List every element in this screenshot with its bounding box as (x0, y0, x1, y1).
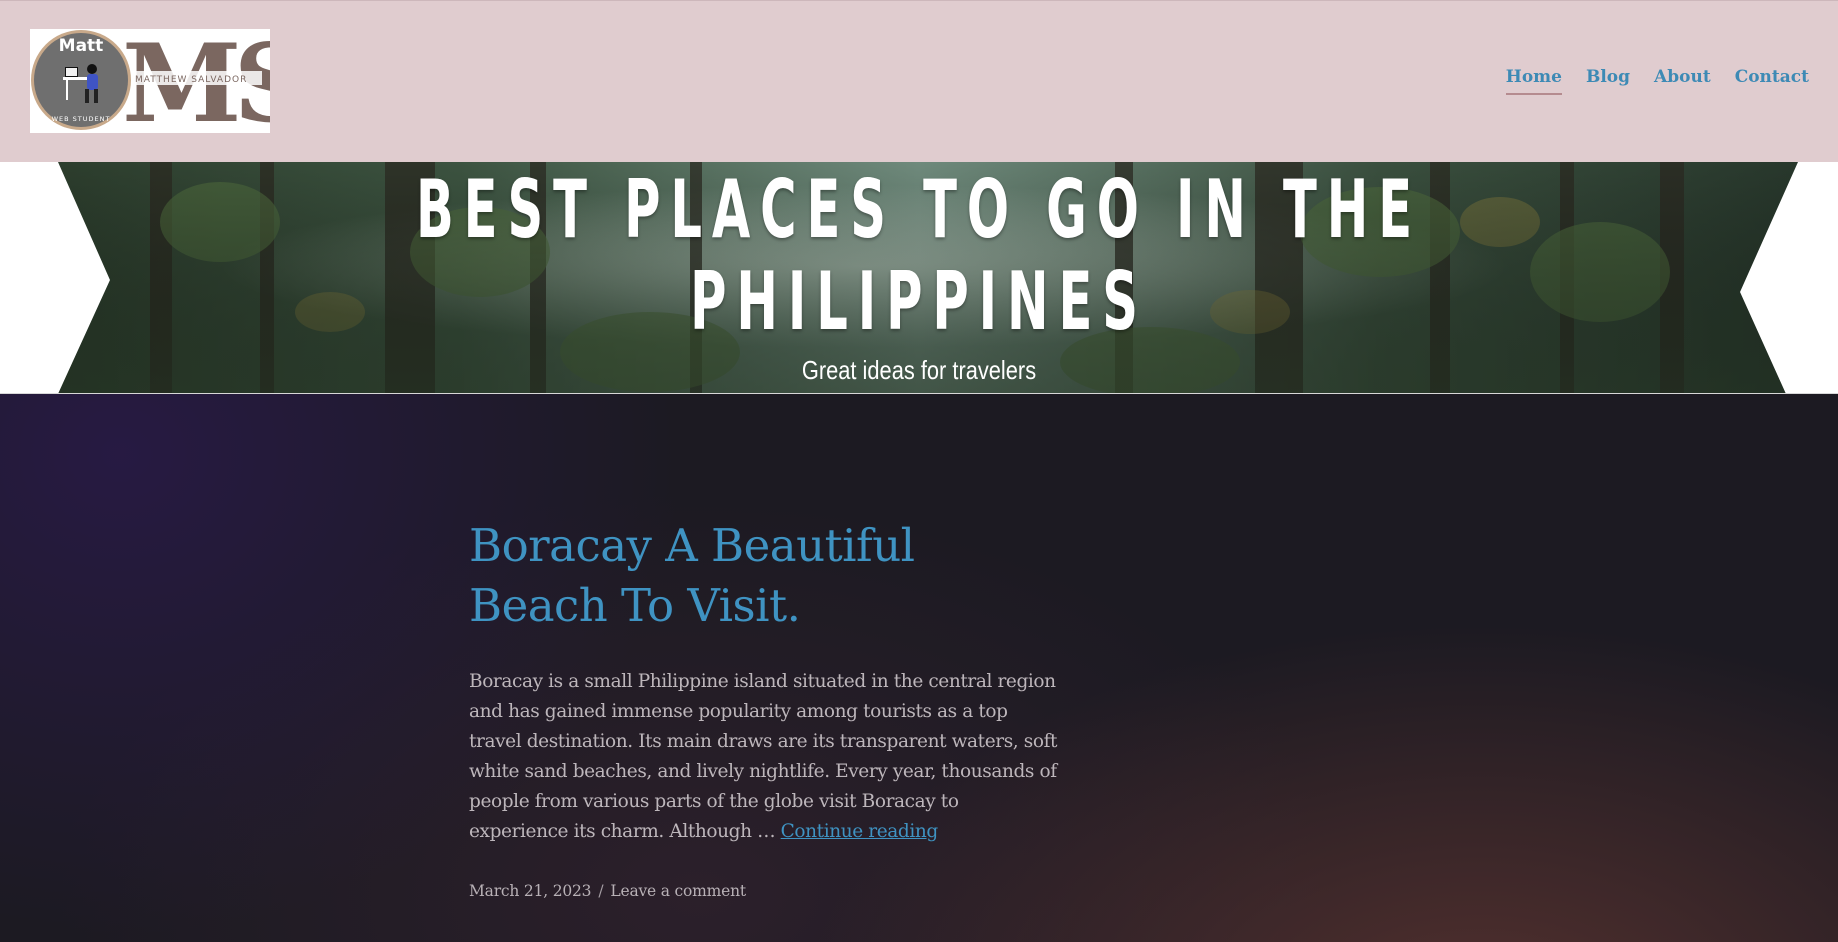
site-logo[interactable]: MS MATTHEW SALVADOR Matt (30, 29, 270, 133)
page: MS MATTHEW SALVADOR Matt (0, 0, 1838, 942)
post-excerpt-text: Boracay is a small Philippine island sit… (469, 671, 1058, 842)
hero-title-line-2: PHILIPPINES (690, 255, 1148, 348)
nav-about-link[interactable]: About (1654, 67, 1711, 90)
logo-full-name: MATTHEW SALVADOR (135, 75, 247, 85)
nav-home-link[interactable]: Home (1505, 67, 1563, 95)
post-excerpt: Boracay is a small Philippine island sit… (469, 667, 1059, 847)
hero-title: BEST PLACES TO GO IN THE PHILIPPINES (349, 164, 1489, 348)
logo-graphic: MS MATTHEW SALVADOR Matt (31, 29, 270, 133)
site-header: MS MATTHEW SALVADOR Matt (0, 0, 1838, 162)
main-content: Boracay A Beautiful Beach To Visit. Bora… (0, 394, 1838, 942)
post-meta: March 21, 2023 / Leave a comment (469, 882, 1059, 900)
hero-banner: BEST PLACES TO GO IN THE PHILIPPINES Gre… (0, 162, 1838, 394)
blog-post-preview: Boracay A Beautiful Beach To Visit. Bora… (469, 516, 1059, 900)
leave-comment-link[interactable]: Leave a comment (610, 882, 746, 900)
meta-separator: / (598, 882, 604, 900)
hero-subtitle: Great ideas for travelers (801, 355, 1037, 385)
post-date-link[interactable]: March 21, 2023 (469, 882, 592, 900)
continue-reading-link[interactable]: Continue reading (781, 821, 939, 842)
logo-badge-name: Matt (59, 36, 104, 56)
main-navigation: Home Blog About Contact (1505, 67, 1809, 95)
post-title-link[interactable]: Boracay A Beautiful Beach To Visit. (469, 516, 989, 636)
nav-contact-link[interactable]: Contact (1735, 67, 1809, 90)
logo-badge-caption: WEB STUDENT (52, 115, 111, 123)
nav-blog-link[interactable]: Blog (1586, 67, 1630, 90)
hero-title-line-1: BEST PLACES TO GO IN THE (415, 163, 1423, 256)
